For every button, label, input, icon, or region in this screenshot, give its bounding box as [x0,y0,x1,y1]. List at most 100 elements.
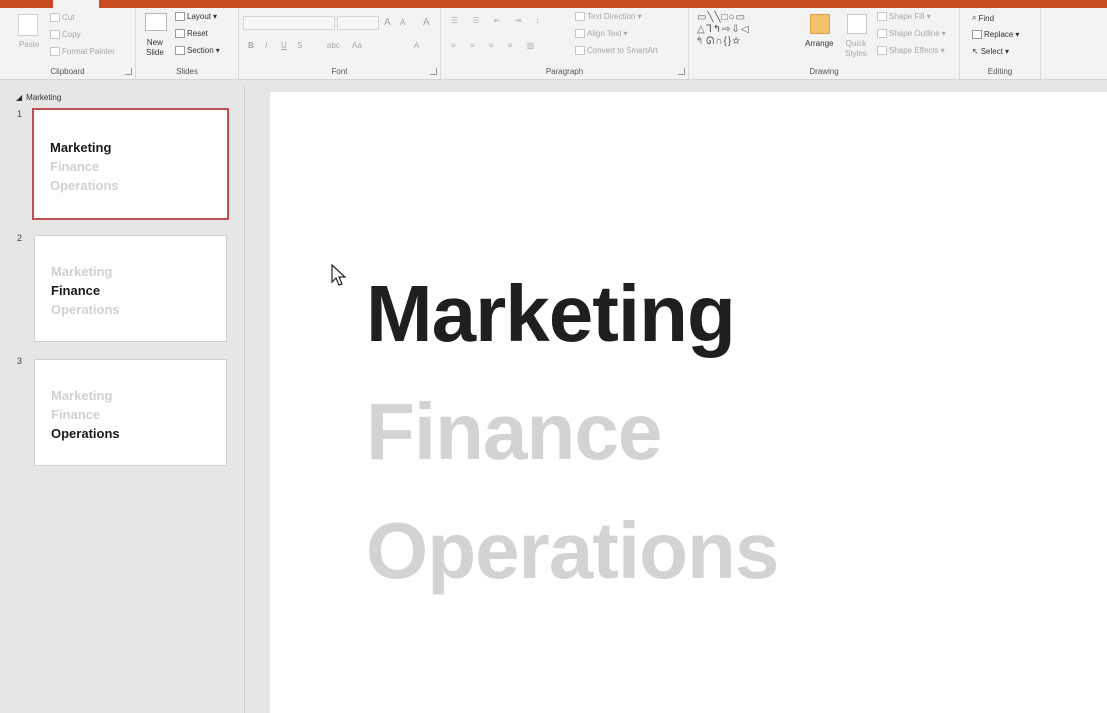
paste-icon[interactable] [18,14,38,36]
font-name-select[interactable] [243,16,335,30]
layout-button[interactable]: Layout ▾ [175,12,217,21]
change-case-button[interactable]: Aa [352,41,362,50]
paragraph-group-label: Paragraph [545,67,584,76]
align-text-button[interactable]: Align Text ▾ [575,29,628,38]
thumb-line: Finance [51,283,101,298]
grow-font-label: A [384,17,391,28]
align-text-label: Align Text [587,29,622,38]
find-button[interactable]: ⌕ Find [972,13,994,23]
paragraph-group: ☰ ☰ ⇤ ⇥ ↕ ≡ ≡ ≡ ≡ ▥ Text Direction ▾ Alig… [441,8,689,79]
arrange-label: Arrange [805,39,834,48]
font-launcher-icon[interactable] [430,68,437,75]
slide-number: 3 [17,356,23,366]
font-color-label: A [414,41,420,50]
slide-thumbnail-3[interactable]: Marketing Finance Operations [34,359,227,466]
thumb-line: Finance [51,407,101,422]
slide-canvas[interactable]: Marketing Finance Operations [270,92,1107,713]
convert-smartart-button[interactable]: Convert to SmartArt [575,46,658,55]
section-name: Marketing [26,93,62,102]
section-header[interactable]: ◢ Marketing [16,93,61,102]
slide-thumbnail-1[interactable]: Marketing Finance Operations [32,108,229,220]
format-painter-label: Format Painter [62,47,115,56]
copy-button[interactable]: Copy [50,30,81,39]
thumb-line: Finance [50,159,100,174]
arrange-button[interactable]: Arrange [805,39,833,48]
home-tab[interactable] [53,0,99,8]
char-spacing-button[interactable]: abc [327,41,340,50]
shrink-font-label: A [400,18,406,27]
ribbon: Paste Cut Copy Format Painter Clipboard … [0,8,1107,80]
font-color-button[interactable]: A [414,41,419,50]
shrink-font-button[interactable]: A [400,18,405,27]
scissors-icon [50,13,60,22]
paste-button[interactable]: Paste [19,40,39,49]
shapes-gallery[interactable]: ▭╲╲□○▭ △ᒣ↰⇨⇩◁ ↰ᘏ∩{}☆ [697,12,750,48]
new-slide-icon[interactable] [145,13,167,31]
slide-number: 2 [17,233,23,243]
mouse-cursor-icon [331,264,347,286]
section-icon [175,46,185,55]
thumb-line: Operations [51,302,120,317]
char-spacing-label: abc [327,41,340,50]
thumb-line: Marketing [50,140,112,155]
slide-text-finance[interactable]: Finance [366,386,662,478]
clipboard-launcher-icon[interactable] [125,68,132,75]
slide-title-marketing[interactable]: Marketing [366,268,736,360]
new-slide-button[interactable]: New Slide [146,38,164,58]
replace-icon [972,30,982,39]
quick-styles-button[interactable]: Quick Styles [845,39,867,59]
arrange-icon[interactable] [810,14,830,34]
reset-label: Reset [187,29,208,38]
smartart-icon [575,46,585,55]
bold-button[interactable]: B [248,41,254,50]
shape-fill-button[interactable]: Shape Fill ▾ [877,12,931,21]
collapse-triangle-icon: ◢ [16,93,23,102]
underline-button[interactable]: U [281,41,287,50]
reset-icon [175,29,185,38]
format-painter-button[interactable]: Format Painter [50,47,115,56]
pen-icon [877,29,887,38]
slide-number: 1 [17,109,23,119]
select-button[interactable]: ↖ Select ▾ [972,47,1009,56]
shape-outline-button[interactable]: Shape Outline ▾ [877,29,946,38]
select-label: Select [980,47,1003,56]
new-slide-label-2: Slide [146,48,164,57]
section-button[interactable]: Section ▾ [175,46,220,55]
font-size-select[interactable] [337,16,379,30]
editing-group: ⌕ Find Replace ▾ ↖ Select ▾ Editing [960,8,1041,79]
paragraph-launcher-icon[interactable] [678,68,685,75]
editing-group-label: Editing [987,67,1013,76]
strike-button[interactable]: S [297,41,302,50]
bullets-row[interactable]: ☰ ☰ ⇤ ⇥ ↕ [451,16,546,25]
paintbrush-icon [50,47,60,56]
paint-bucket-icon [877,12,887,21]
clear-format-button[interactable]: A [423,17,430,28]
chevron-down-icon: ▾ [941,29,946,38]
quick-styles-label-2: Styles [845,49,867,58]
shape-effects-label: Shape Effects [889,46,939,55]
bold-label: B [248,41,254,50]
grow-font-button[interactable]: A [384,17,391,28]
align-text-icon [575,29,585,38]
slide-text-operations[interactable]: Operations [366,505,779,597]
drawing-group: ▭╲╲□○▭ △ᒣ↰⇨⇩◁ ↰ᘏ∩{}☆ Arrange Quick Styles … [689,8,960,79]
text-direction-button[interactable]: Text Direction ▾ [575,12,641,21]
slide-thumbnail-2[interactable]: Marketing Finance Operations [34,235,227,342]
replace-button[interactable]: Replace ▾ [972,30,1019,39]
chevron-down-icon: ▾ [215,46,220,55]
layout-label: Layout [187,12,212,21]
alignment-row[interactable]: ≡ ≡ ≡ ≡ ▥ [451,41,540,50]
text-direction-icon [575,12,585,21]
replace-label: Replace [984,30,1014,39]
shape-outline-label: Shape Outline [889,29,940,38]
italic-button[interactable]: I [265,41,267,50]
cut-button[interactable]: Cut [50,13,74,22]
layout-icon [175,12,185,21]
cut-label: Cut [62,13,75,22]
pointer-icon: ↖ [972,47,979,56]
shape-effects-button[interactable]: Shape Effects ▾ [877,46,945,55]
reset-button[interactable]: Reset [175,29,208,38]
change-case-label: Aa [352,41,362,50]
quick-styles-icon[interactable] [847,14,867,34]
shape-fill-label: Shape Fill [889,12,925,21]
